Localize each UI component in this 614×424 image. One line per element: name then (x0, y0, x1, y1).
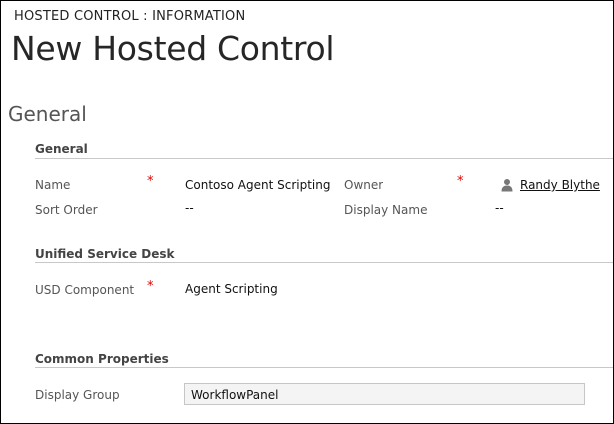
name-label: Name (35, 178, 71, 192)
owner-required-marker: * (457, 174, 464, 189)
section-common-heading[interactable]: Common Properties (35, 352, 169, 366)
section-divider (35, 367, 613, 368)
section-divider (35, 158, 613, 159)
form-window: HOSTED CONTROL : INFORMATION New Hosted … (0, 0, 614, 424)
section-general-heading[interactable]: General (35, 142, 88, 156)
section-usd-heading[interactable]: Unified Service Desk (35, 247, 175, 261)
page-title: New Hosted Control (11, 29, 335, 68)
display-name-label: Display Name (344, 203, 428, 217)
section-divider (35, 262, 613, 263)
display-group-input[interactable]: WorkflowPanel (184, 383, 585, 405)
name-field[interactable]: Contoso Agent Scripting (185, 178, 330, 192)
entity-breadcrumb: HOSTED CONTROL : INFORMATION (14, 9, 246, 24)
display-name-field[interactable]: -- (495, 201, 504, 215)
component-type-label: USD Component T (35, 283, 138, 297)
component-type-field[interactable]: Agent Scripting (185, 282, 278, 296)
tab-general-title[interactable]: General (8, 102, 87, 126)
name-required-marker: * (147, 174, 154, 189)
sort-order-field[interactable]: -- (185, 201, 194, 215)
sort-order-label: Sort Order (35, 203, 98, 217)
display-group-label: Display Group (35, 388, 120, 402)
owner-link[interactable]: Randy Blythe (520, 178, 600, 192)
owner-label: Owner (344, 178, 384, 192)
component-type-required-marker: * (147, 279, 154, 294)
user-icon (501, 179, 513, 192)
